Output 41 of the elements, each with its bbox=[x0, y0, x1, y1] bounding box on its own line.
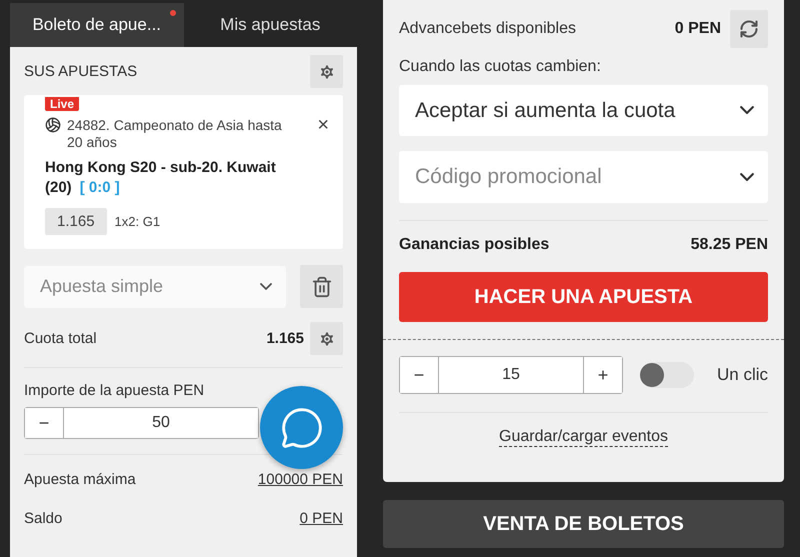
stake-field[interactable]: − 50 bbox=[24, 407, 259, 439]
total-odds-value: 1.165 bbox=[266, 330, 304, 347]
amount-link[interactable]: 100000 PEN bbox=[258, 471, 343, 488]
trash-icon bbox=[310, 276, 332, 298]
one-click-toggle[interactable] bbox=[640, 362, 694, 388]
advancebets-value: 0 PEN bbox=[674, 20, 721, 38]
chevron-down-icon bbox=[740, 172, 754, 182]
close-button[interactable]: × bbox=[317, 117, 329, 134]
match-name: Hong Kong S20 - sub-20. Kuwait (20) [ 0:0 ] bbox=[45, 158, 277, 198]
settings-button[interactable] bbox=[310, 55, 343, 88]
info-label: Saldo bbox=[24, 510, 62, 527]
market-label: 1x2: G1 bbox=[114, 214, 160, 229]
delete-button[interactable] bbox=[300, 265, 343, 308]
odds-change-label: Cuando las cuotas cambien: bbox=[399, 58, 602, 76]
promo-code-dropdown[interactable]: Código promocional bbox=[399, 151, 768, 203]
odds-value: 1.165 bbox=[45, 208, 107, 235]
chevron-down-icon bbox=[740, 106, 754, 115]
total-odds-label: Cuota total bbox=[24, 330, 97, 347]
tab[interactable]: Mis apuestas bbox=[184, 3, 357, 47]
odds-change-dropdown[interactable]: Aceptar si aumenta la cuota bbox=[399, 85, 768, 136]
stake-label: Importe de la apuesta PEN bbox=[24, 382, 206, 399]
save-events-link[interactable]: Guardar/cargar eventos bbox=[499, 428, 668, 447]
sell-tickets-button[interactable]: VENTA DE BOLETOS bbox=[383, 500, 784, 548]
winnings-label: Ganancias posibles bbox=[399, 236, 550, 254]
section-title: SUS APUESTAS bbox=[24, 63, 138, 80]
tab[interactable]: Boleto de apue... bbox=[10, 3, 184, 47]
amount-link[interactable]: 0 PEN bbox=[300, 510, 343, 527]
settings-button[interactable] bbox=[310, 322, 343, 355]
speech-bubble-icon bbox=[280, 406, 324, 450]
refresh-button[interactable] bbox=[730, 10, 768, 48]
quick-stake-field[interactable]: − 15 + bbox=[399, 356, 623, 394]
winnings-value: 58.25 PEN bbox=[690, 236, 768, 254]
info-label: Apuesta máxima bbox=[24, 471, 136, 488]
live-badge: Live bbox=[45, 97, 80, 111]
toggle-label: Un clic bbox=[716, 365, 768, 385]
volleyball-icon bbox=[45, 117, 61, 133]
refresh-icon bbox=[739, 19, 759, 39]
advancebets-label: Advancebets disponibles bbox=[399, 20, 576, 38]
chevron-down-icon bbox=[260, 283, 272, 290]
event-name: 24882. Campeonato de Asia hasta 20 años bbox=[67, 117, 283, 151]
place-bet-button[interactable]: HACER UNA APUESTA bbox=[399, 272, 768, 322]
